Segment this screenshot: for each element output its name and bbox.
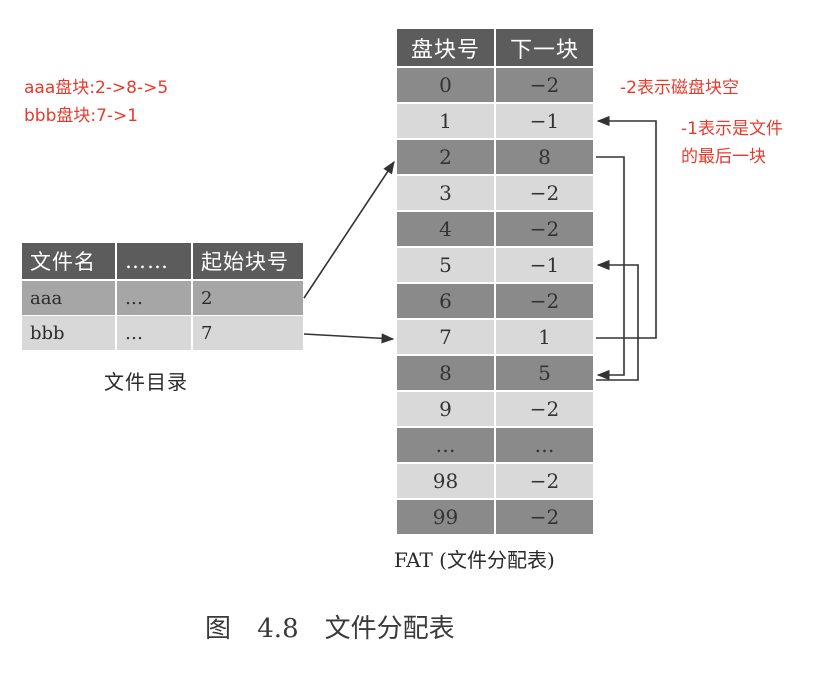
fat-cell-block: 6: [397, 284, 494, 318]
last-block-note: -1表示是文件 的最后一块: [681, 115, 783, 171]
chain-arrow-7-to-1: [596, 115, 657, 339]
chain-arrow-8-to-5: [596, 259, 639, 381]
directory-cell-name: bbb: [22, 316, 115, 350]
fat-row: 8 5: [397, 356, 593, 390]
fat-cell-block: 8: [397, 356, 494, 390]
fat-cell-block: 99: [397, 500, 494, 534]
fat-cell-block: …: [397, 428, 494, 462]
directory-header-row: 文件名 …… 起始块号: [22, 243, 303, 279]
fat-row: 5 −1: [397, 248, 593, 282]
fat-row: 9 −2: [397, 392, 593, 426]
fat-cell-block: 98: [397, 464, 494, 498]
fat-cell-block: 3: [397, 176, 494, 210]
fat-row: 4 −2: [397, 212, 593, 246]
directory-cell-start-block: 7: [193, 316, 303, 350]
fat-cell-block: 9: [397, 392, 494, 426]
free-block-note: -2表示磁盘块空: [620, 78, 739, 98]
bbb-start-arrow: [303, 333, 395, 344]
fat-row: 6 −2: [397, 284, 593, 318]
fat-cell-block: 0: [397, 68, 494, 102]
aaa-chain-note: aaa盘块:2->8->5: [24, 78, 169, 98]
fat-cell-next: −2: [496, 212, 593, 246]
directory-header-start-block: 起始块号: [193, 243, 303, 279]
fat-cell-next: −2: [496, 500, 593, 534]
directory-cell-ellipsis: …: [117, 316, 191, 350]
fat-cell-next: 8: [496, 140, 593, 174]
directory-row-aaa: aaa … 2: [22, 281, 303, 315]
fat-row: 7 1: [397, 320, 593, 354]
directory-cell-start-block: 2: [193, 281, 303, 315]
fat-cell-block: 7: [397, 320, 494, 354]
fat-table: 盘块号 下一块 0 −2 1 −1 2 8 3 −2 4 −2 5 −1 6 −…: [397, 29, 593, 536]
fat-row: 99 −2: [397, 500, 593, 534]
bbb-chain-note: bbb盘块:7->1: [24, 106, 139, 126]
fat-cell-block: 2: [397, 140, 494, 174]
last-block-note-line1: -1表示是文件: [681, 119, 783, 139]
fat-cell-next: −2: [496, 284, 593, 318]
fat-cell-next: …: [496, 428, 593, 462]
figure-caption: 图 4.8 文件分配表: [205, 614, 455, 644]
fat-cell-block: 5: [397, 248, 494, 282]
chain-arrow-2-to-8: [596, 156, 625, 381]
fat-row: 1 −1: [397, 104, 593, 138]
file-chain-annotation: aaa盘块:2->8->5 bbb盘块:7->1: [24, 74, 168, 130]
directory-cell-ellipsis: …: [117, 281, 191, 315]
fat-row: 3 −2: [397, 176, 593, 210]
fat-cell-next: −2: [496, 464, 593, 498]
file-directory-table: 文件名 …… 起始块号 aaa … 2 bbb … 7: [22, 243, 303, 351]
aaa-start-arrow: [303, 160, 395, 299]
fat-cell-block: 4: [397, 212, 494, 246]
directory-header-filename: 文件名: [22, 243, 115, 279]
last-block-note-line2: 的最后一块: [681, 147, 766, 167]
fat-cell-next: −2: [496, 392, 593, 426]
directory-cell-name: aaa: [22, 281, 115, 315]
fat-header-row: 盘块号 下一块: [397, 29, 593, 66]
directory-caption: 文件目录: [104, 370, 188, 394]
fat-row: 2 8: [397, 140, 593, 174]
directory-row-bbb: bbb … 7: [22, 316, 303, 350]
fat-row: … …: [397, 428, 593, 462]
fat-header-block-number: 盘块号: [397, 29, 494, 66]
fat-cell-next: −1: [496, 104, 593, 138]
directory-header-ellipsis: ……: [117, 243, 191, 279]
fat-cell-next: −2: [496, 68, 593, 102]
fat-caption: FAT (文件分配表): [394, 548, 555, 572]
fat-row: 98 −2: [397, 464, 593, 498]
fat-cell-next: −1: [496, 248, 593, 282]
fat-cell-next: 1: [496, 320, 593, 354]
fat-cell-next: 5: [496, 356, 593, 390]
fat-cell-next: −2: [496, 176, 593, 210]
fat-header-next-block: 下一块: [496, 29, 593, 66]
fat-row: 0 −2: [397, 68, 593, 102]
fat-cell-block: 1: [397, 104, 494, 138]
